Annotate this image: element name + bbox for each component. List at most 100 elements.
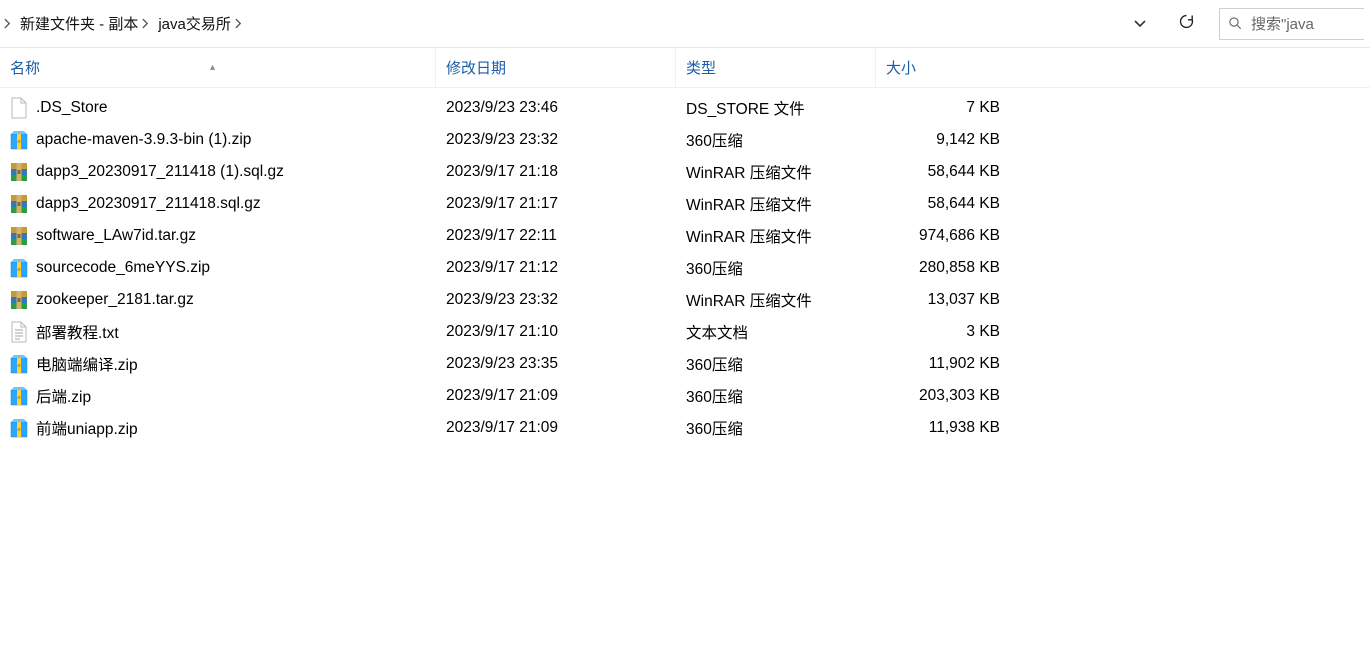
cell-type: WinRAR 压缩文件 bbox=[676, 193, 876, 215]
file-rar-icon bbox=[10, 193, 28, 215]
file-name-label: 后端.zip bbox=[36, 385, 91, 407]
table-row[interactable]: 后端.zip 2023/9/17 21:09360压缩203,303 KB bbox=[0, 380, 1370, 412]
cell-size: 974,686 KB bbox=[876, 227, 1010, 245]
cell-name: software_LAw7id.tar.gz bbox=[0, 225, 436, 247]
cell-name: 前端uniapp.zip bbox=[0, 417, 436, 439]
cell-date: 2023/9/17 21:10 bbox=[436, 323, 676, 341]
table-row[interactable]: software_LAw7id.tar.gz 2023/9/17 22:11Win… bbox=[0, 220, 1370, 252]
refresh-icon bbox=[1178, 13, 1195, 34]
cell-date: 2023/9/23 23:46 bbox=[436, 99, 676, 117]
table-row[interactable]: sourcecode_6meYYS.zip 2023/9/17 21:12360压… bbox=[0, 252, 1370, 284]
cell-size: 7 KB bbox=[876, 99, 1010, 117]
file-zip-icon bbox=[10, 417, 28, 439]
file-list: .DS_Store 2023/9/23 23:46DS_STORE 文件7 KB a… bbox=[0, 88, 1370, 444]
column-type-label: 类型 bbox=[686, 57, 716, 78]
cell-size: 11,902 KB bbox=[876, 355, 1010, 373]
chevron-right-icon[interactable] bbox=[4, 18, 16, 29]
cell-name: sourcecode_6meYYS.zip bbox=[0, 257, 436, 279]
cell-type: 360压缩 bbox=[676, 385, 876, 407]
refresh-button[interactable] bbox=[1165, 8, 1207, 40]
search-placeholder: 搜索"java bbox=[1251, 13, 1314, 34]
cell-date: 2023/9/17 22:11 bbox=[436, 227, 676, 245]
cell-name: dapp3_20230917_211418 (1).sql.gz bbox=[0, 161, 436, 183]
cell-name: zookeeper_2181.tar.gz bbox=[0, 289, 436, 311]
cell-date: 2023/9/23 23:35 bbox=[436, 355, 676, 373]
column-name-label: 名称 bbox=[10, 57, 40, 78]
file-name-label: dapp3_20230917_211418.sql.gz bbox=[36, 195, 261, 213]
file-zip-icon bbox=[10, 385, 28, 407]
table-row[interactable]: dapp3_20230917_211418.sql.gz 2023/9/17 21… bbox=[0, 188, 1370, 220]
cell-date: 2023/9/23 23:32 bbox=[436, 131, 676, 149]
table-row[interactable]: 电脑端编译.zip 2023/9/23 23:35360压缩11,902 KB bbox=[0, 348, 1370, 380]
cell-name: .DS_Store bbox=[0, 97, 436, 119]
file-name-label: zookeeper_2181.tar.gz bbox=[36, 291, 194, 309]
search-input[interactable]: 搜索"java bbox=[1219, 8, 1364, 40]
file-rar-icon bbox=[10, 161, 28, 183]
search-icon bbox=[1228, 16, 1243, 31]
chevron-right-icon[interactable] bbox=[142, 18, 154, 29]
column-size-label: 大小 bbox=[886, 57, 916, 78]
column-size[interactable]: 大小 bbox=[876, 48, 1010, 87]
cell-type: WinRAR 压缩文件 bbox=[676, 161, 876, 183]
cell-size: 11,938 KB bbox=[876, 419, 1010, 437]
cell-type: WinRAR 压缩文件 bbox=[676, 289, 876, 311]
file-name-label: .DS_Store bbox=[36, 99, 108, 117]
file-blank-icon bbox=[10, 97, 28, 119]
cell-date: 2023/9/17 21:09 bbox=[436, 419, 676, 437]
file-zip-icon bbox=[10, 129, 28, 151]
sort-asc-icon: ▴ bbox=[210, 62, 215, 73]
cell-date: 2023/9/17 21:17 bbox=[436, 195, 676, 213]
breadcrumb-item[interactable]: java交易所 bbox=[154, 13, 235, 34]
cell-size: 58,644 KB bbox=[876, 195, 1010, 213]
column-headers: 名称 ▴ 修改日期 类型 大小 bbox=[0, 48, 1370, 88]
table-row[interactable]: zookeeper_2181.tar.gz 2023/9/23 23:32WinR… bbox=[0, 284, 1370, 316]
breadcrumb[interactable]: 新建文件夹 - 副本 java交易所 bbox=[0, 0, 1117, 47]
file-name-label: software_LAw7id.tar.gz bbox=[36, 227, 196, 245]
file-name-label: dapp3_20230917_211418 (1).sql.gz bbox=[36, 163, 284, 181]
cell-name: apache-maven-3.9.3-bin (1).zip bbox=[0, 129, 436, 151]
cell-type: DS_STORE 文件 bbox=[676, 97, 876, 119]
table-row[interactable]: 部署教程.txt2023/9/17 21:10文本文档3 KB bbox=[0, 316, 1370, 348]
cell-type: 360压缩 bbox=[676, 417, 876, 439]
cell-name: 部署教程.txt bbox=[0, 321, 436, 343]
file-rar-icon bbox=[10, 289, 28, 311]
table-row[interactable]: apache-maven-3.9.3-bin (1).zip 2023/9/23 … bbox=[0, 124, 1370, 156]
table-row[interactable]: .DS_Store 2023/9/23 23:46DS_STORE 文件7 KB bbox=[0, 92, 1370, 124]
cell-size: 3 KB bbox=[876, 323, 1010, 341]
cell-date: 2023/9/23 23:32 bbox=[436, 291, 676, 309]
column-name[interactable]: 名称 ▴ bbox=[0, 48, 436, 87]
cell-date: 2023/9/17 21:12 bbox=[436, 259, 676, 277]
cell-name: 电脑端编译.zip bbox=[0, 353, 436, 375]
file-zip-icon bbox=[10, 353, 28, 375]
column-type[interactable]: 类型 bbox=[676, 48, 876, 87]
cell-type: WinRAR 压缩文件 bbox=[676, 225, 876, 247]
file-name-label: sourcecode_6meYYS.zip bbox=[36, 259, 210, 277]
column-date[interactable]: 修改日期 bbox=[436, 48, 676, 87]
cell-size: 13,037 KB bbox=[876, 291, 1010, 309]
cell-size: 58,644 KB bbox=[876, 163, 1010, 181]
file-name-label: 电脑端编译.zip bbox=[36, 353, 138, 375]
chevron-right-icon[interactable] bbox=[235, 18, 247, 29]
cell-size: 203,303 KB bbox=[876, 387, 1010, 405]
file-zip-icon bbox=[10, 257, 28, 279]
file-name-label: 前端uniapp.zip bbox=[36, 417, 138, 439]
column-date-label: 修改日期 bbox=[446, 57, 506, 78]
cell-size: 9,142 KB bbox=[876, 131, 1010, 149]
chevron-down-icon bbox=[1134, 20, 1146, 28]
file-rar-icon bbox=[10, 225, 28, 247]
file-name-label: apache-maven-3.9.3-bin (1).zip bbox=[36, 131, 251, 149]
table-row[interactable]: dapp3_20230917_211418 (1).sql.gz 2023/9/1… bbox=[0, 156, 1370, 188]
cell-type: 360压缩 bbox=[676, 129, 876, 151]
history-dropdown-button[interactable] bbox=[1119, 8, 1161, 40]
cell-size: 280,858 KB bbox=[876, 259, 1010, 277]
cell-type: 360压缩 bbox=[676, 257, 876, 279]
address-bar: 新建文件夹 - 副本 java交易所 搜索"java bbox=[0, 0, 1370, 48]
file-txt-icon bbox=[10, 321, 28, 343]
cell-date: 2023/9/17 21:09 bbox=[436, 387, 676, 405]
cell-date: 2023/9/17 21:18 bbox=[436, 163, 676, 181]
cell-name: 后端.zip bbox=[0, 385, 436, 407]
file-name-label: 部署教程.txt bbox=[36, 321, 119, 343]
cell-type: 360压缩 bbox=[676, 353, 876, 375]
breadcrumb-item[interactable]: 新建文件夹 - 副本 bbox=[16, 13, 142, 34]
table-row[interactable]: 前端uniapp.zip 2023/9/17 21:09360压缩11,938 K… bbox=[0, 412, 1370, 444]
